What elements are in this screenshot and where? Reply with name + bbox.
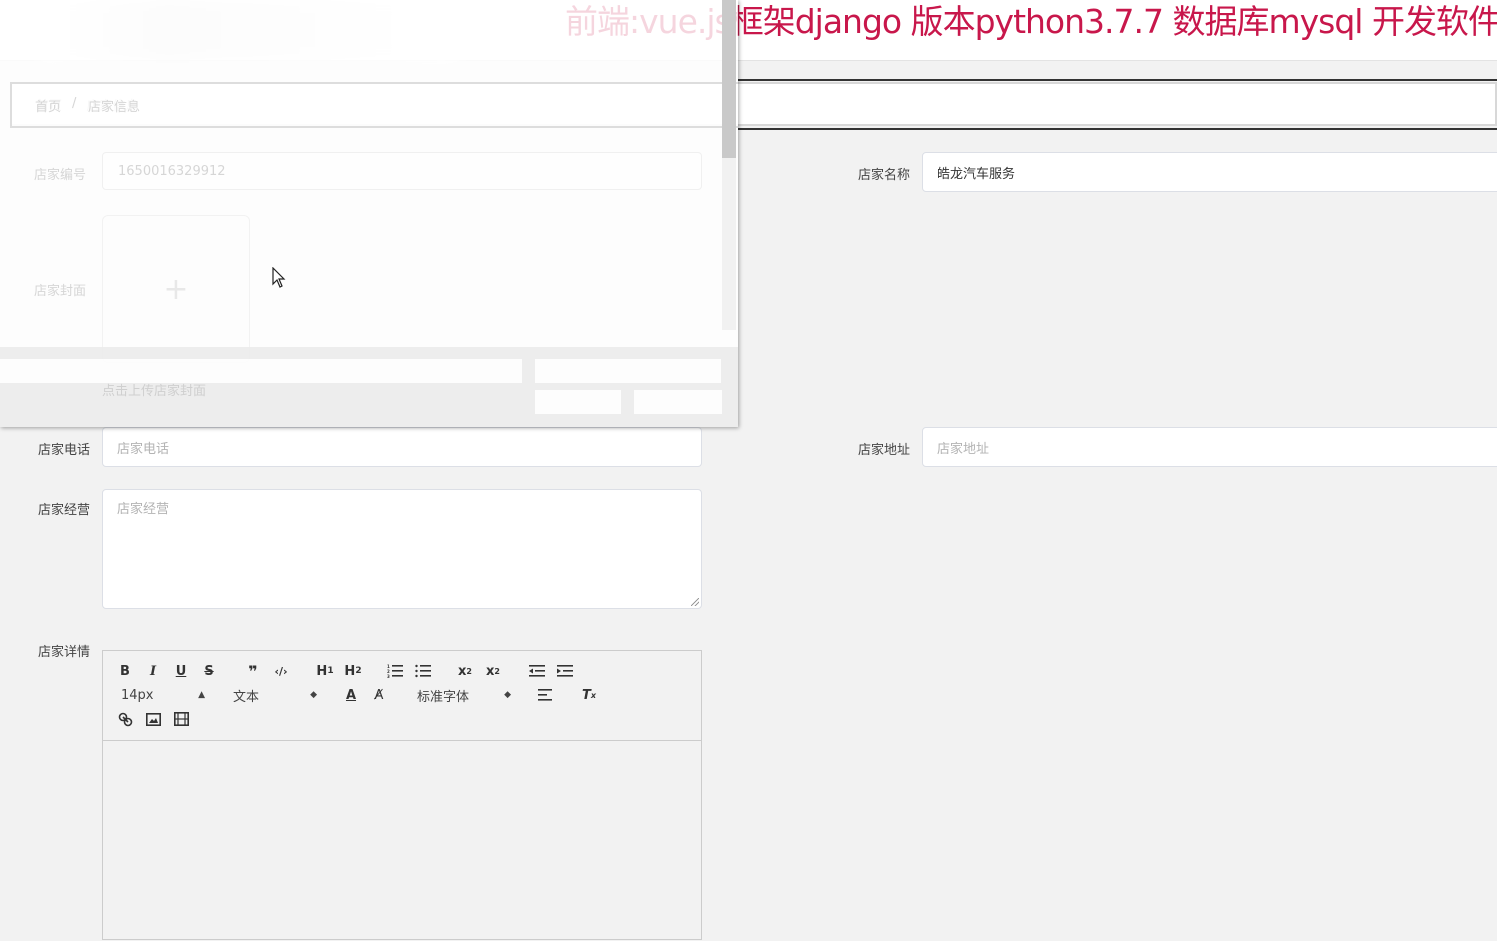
color-icon[interactable]: A (341, 685, 361, 705)
outdent-icon[interactable] (527, 661, 547, 681)
bold-icon[interactable]: B (115, 661, 135, 681)
scrollbar-thumb[interactable] (722, 0, 736, 158)
strike-icon[interactable]: S (199, 661, 219, 681)
editor-content-area[interactable] (103, 741, 701, 941)
mouse-cursor-icon (272, 267, 286, 288)
font-size-select[interactable]: 14px ▲ (121, 685, 205, 705)
shop-business-label: 店家经营 (37, 503, 90, 518)
shop-phone-label: 店家电话 (37, 443, 90, 458)
quote-icon[interactable]: ❞ (243, 661, 263, 681)
shop-no-value: 1650016329912 (118, 164, 226, 179)
background-icon[interactable]: A̸ (369, 685, 389, 705)
faded-bar (0, 359, 522, 383)
italic-icon[interactable]: I (143, 661, 163, 681)
overlapping-window: 首页 / 店家信息 店家编号 1650016329912 店家封面 + 点击上传… (0, 0, 738, 427)
shop-address-label: 店家地址 (857, 443, 910, 458)
select-arrow-icon: ▲ (198, 690, 205, 700)
shop-cover-label: 店家封面 (34, 284, 87, 299)
bullet-list-icon[interactable] (413, 661, 433, 681)
underline-icon[interactable]: U (171, 661, 191, 681)
superscript-icon[interactable]: x2 (483, 661, 503, 681)
faded-breadcrumb-home: 首页 (35, 100, 62, 115)
shop-address-input[interactable]: 店家地址 (922, 427, 1497, 467)
editor-toolbar: B I U S ❞ ‹/› H1 H2 123 x2 x2 14px ▲ 文本 … (103, 651, 701, 741)
image-icon[interactable] (143, 709, 163, 729)
link-icon[interactable] (115, 709, 135, 729)
resize-handle-icon[interactable] (691, 598, 699, 606)
faded-bar (535, 359, 721, 383)
select-arrow-icon: ◆ (504, 690, 511, 700)
rich-text-editor: B I U S ❞ ‹/› H1 H2 123 x2 x2 14px ▲ 文本 … (102, 650, 702, 940)
shop-phone-input[interactable]: 店家电话 (102, 427, 702, 467)
h2-icon[interactable]: H2 (341, 661, 365, 681)
select-arrow-icon: ◆ (310, 690, 317, 700)
divider-line (738, 79, 1497, 81)
subscript-icon[interactable]: x2 (455, 661, 475, 681)
faded-breadcrumb-separator: / (72, 96, 77, 111)
plus-icon: + (163, 271, 189, 307)
ordered-list-icon[interactable]: 123 (385, 661, 405, 681)
font-family-select[interactable]: 标准字体 ◆ (417, 685, 511, 705)
align-icon[interactable] (535, 685, 555, 705)
faded-button[interactable] (535, 390, 621, 414)
faded-breadcrumb-current: 店家信息 (88, 100, 141, 115)
cover-upload-hint: 点击上传店家封面 (102, 384, 207, 399)
h1-icon[interactable]: H1 (313, 661, 337, 681)
cover-upload-box[interactable]: + (102, 215, 250, 363)
faded-button[interactable] (634, 390, 722, 414)
font-size-value: 14px (121, 687, 154, 703)
clean-icon[interactable]: Tx (579, 685, 599, 705)
shop-business-placeholder: 店家经营 (117, 502, 170, 517)
header-select[interactable]: 文本 ◆ (233, 685, 317, 705)
shop-name-input[interactable]: 皓龙汽车服务 (922, 152, 1497, 192)
shop-no-label: 店家编号 (34, 168, 87, 183)
shop-name-label: 店家名称 (857, 168, 910, 183)
svg-text:3: 3 (387, 674, 390, 678)
code-icon[interactable]: ‹/› (271, 661, 291, 681)
shop-business-textarea[interactable]: 店家经营 (102, 489, 702, 609)
header-select-value: 文本 (233, 689, 260, 705)
shop-details-label: 店家详情 (37, 645, 90, 660)
video-icon[interactable] (171, 709, 191, 729)
font-family-value: 标准字体 (417, 689, 470, 705)
indent-icon[interactable] (555, 661, 575, 681)
